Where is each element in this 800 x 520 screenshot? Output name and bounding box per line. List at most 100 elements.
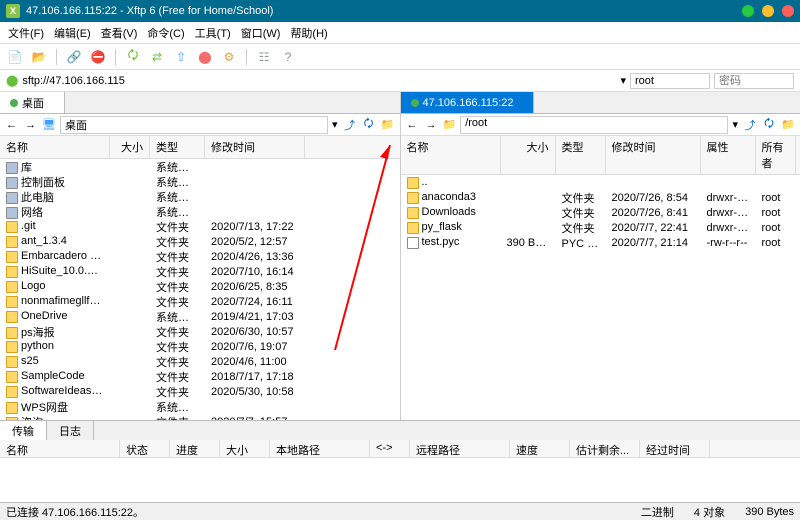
refresh-small-icon[interactable]: 🗘 (361, 117, 377, 133)
local-filelist[interactable]: 名称 大小 类型 修改时间 库系统文件夹控制面板系统文件夹此电脑系统文件夹网络系… (0, 136, 400, 420)
file-row[interactable]: HiSuite_10.0.0.510文件夹2020/7/10, 16:14 (0, 264, 400, 279)
refresh-small-icon[interactable]: 🗘 (761, 117, 777, 133)
file-row[interactable]: .. (401, 175, 800, 190)
th-name[interactable]: 名称 (0, 440, 120, 457)
col-owner[interactable]: 所有者 (756, 136, 796, 174)
menu-window[interactable]: 窗口(W) (241, 25, 281, 41)
file-row[interactable]: 咨询文件夹2020/7/7, 15:57 (0, 414, 400, 420)
sync-icon[interactable]: ⇄ (148, 48, 166, 66)
back-icon[interactable]: ← (4, 119, 19, 131)
col-name[interactable]: 名称 (0, 136, 110, 158)
remote-tab[interactable]: 47.106.166.115:22 (401, 92, 535, 113)
file-row[interactable]: anaconda3文件夹2020/7/26, 8:54drwxr-xr-xroo… (401, 190, 800, 205)
col-type[interactable]: 类型 (556, 136, 606, 174)
file-row[interactable]: py_flask文件夹2020/7/7, 22:41drwxr-xr-xroot (401, 220, 800, 235)
help-icon[interactable]: ? (279, 48, 297, 66)
col-date[interactable]: 修改时间 (205, 136, 305, 158)
col-size[interactable]: 大小 (110, 136, 150, 158)
th-elapsed[interactable]: 经过时间 (640, 440, 710, 457)
dropdown-icon[interactable]: ▾ (620, 74, 626, 87)
tab-transfer[interactable]: 传输 (0, 421, 47, 440)
newfolder-icon[interactable]: 📁 (780, 117, 796, 133)
th-speed[interactable]: 速度 (510, 440, 570, 457)
window-title: 47.106.166.115:22 - Xftp 6 (Free for Hom… (26, 5, 742, 17)
col-type[interactable]: 类型 (150, 136, 205, 158)
toolbar: 📄 📂 🔗 ⛔ 🗘 ⇄ ⇧ ⬤ ⚙ ☷ ? (0, 44, 800, 70)
open-icon[interactable]: 📂 (30, 48, 48, 66)
th-status[interactable]: 状态 (120, 440, 170, 457)
menu-tools[interactable]: 工具(T) (195, 25, 231, 41)
window-controls (742, 5, 794, 17)
file-row[interactable]: Embarcadero ERSt...文件夹2020/4/26, 13:36 (0, 249, 400, 264)
minimize-button[interactable] (742, 5, 754, 17)
url-field[interactable]: sftp://47.106.166.115 (22, 75, 616, 87)
file-row[interactable]: SampleCode文件夹2018/7/17, 17:18 (0, 369, 400, 384)
file-row[interactable]: test.pyc390 BytesPYC 文件2020/7/7, 21:14-r… (401, 235, 800, 250)
menu-view[interactable]: 查看(V) (101, 25, 138, 41)
th-remotepath[interactable]: 远程路径 (410, 440, 510, 457)
maximize-button[interactable] (762, 5, 774, 17)
col-attr[interactable]: 属性 (701, 136, 756, 174)
menu-edit[interactable]: 编辑(E) (54, 25, 91, 41)
file-row[interactable]: Logo文件夹2020/6/25, 8:35 (0, 279, 400, 294)
drive-icon (6, 207, 18, 219)
forward-icon[interactable]: → (424, 119, 439, 131)
path-dropdown-icon[interactable]: ▾ (332, 118, 338, 131)
newfolder-icon[interactable]: 📁 (380, 117, 396, 133)
properties-icon[interactable]: ☷ (255, 48, 273, 66)
disconnect-icon[interactable]: ⛔ (89, 48, 107, 66)
file-row[interactable]: WPS网盘系统文件夹 (0, 399, 400, 414)
col-name[interactable]: 名称 (401, 136, 501, 174)
menu-help[interactable]: 帮助(H) (290, 25, 327, 41)
tab-log[interactable]: 日志 (47, 421, 94, 440)
folder-icon (407, 222, 419, 234)
up-icon[interactable]: ⤴ (742, 117, 758, 133)
col-date[interactable]: 修改时间 (606, 136, 701, 174)
upload-icon[interactable]: ⇧ (172, 48, 190, 66)
drive-icon (6, 177, 18, 189)
th-size[interactable]: 大小 (220, 440, 270, 457)
menu-command[interactable]: 命令(C) (147, 25, 184, 41)
username-input[interactable] (630, 73, 710, 89)
col-size[interactable]: 大小 (501, 136, 556, 174)
password-input[interactable] (714, 73, 794, 89)
file-row[interactable]: python文件夹2020/7/6, 19:07 (0, 339, 400, 354)
reconnect-icon[interactable]: 🔗 (65, 48, 83, 66)
remote-filelist[interactable]: 名称 大小 类型 修改时间 属性 所有者 ..anaconda3文件夹2020/… (401, 136, 800, 420)
remote-path-input[interactable]: /root (460, 116, 728, 134)
connect-icon[interactable]: ⬤ (6, 74, 18, 87)
file-row[interactable]: nonmafimegllfoonj...文件夹2020/7/24, 16:11 (0, 294, 400, 309)
back-icon[interactable]: ← (405, 119, 420, 131)
th-progress[interactable]: 进度 (170, 440, 220, 457)
file-row[interactable]: .git文件夹2020/7/13, 17:22 (0, 219, 400, 234)
file-row[interactable]: 此电脑系统文件夹 (0, 189, 400, 204)
folder-icon (407, 192, 419, 204)
folder-icon (6, 281, 18, 293)
th-localpath[interactable]: 本地路径 (270, 440, 370, 457)
up-icon[interactable]: ⤴ (342, 117, 358, 133)
menu-file[interactable]: 文件(F) (8, 25, 44, 41)
settings-icon[interactable]: ⚙ (220, 48, 238, 66)
folder-icon (6, 341, 18, 353)
close-button[interactable] (782, 5, 794, 17)
local-tab[interactable]: 桌面 (0, 92, 65, 113)
new-session-icon[interactable]: 📄 (6, 48, 24, 66)
file-row[interactable]: SoftwareIdeasMod...文件夹2020/5/30, 10:58 (0, 384, 400, 399)
stop-icon[interactable]: ⬤ (196, 48, 214, 66)
folder-icon (6, 236, 18, 248)
file-row[interactable]: 控制面板系统文件夹 (0, 174, 400, 189)
file-row[interactable]: OneDrive系统文件夹2019/4/21, 17:03 (0, 309, 400, 324)
file-row[interactable]: ps海报文件夹2020/6/30, 10:57 (0, 324, 400, 339)
th-remaining[interactable]: 估计剩余... (570, 440, 640, 457)
file-row[interactable]: s25文件夹2020/4/6, 11:00 (0, 354, 400, 369)
refresh-icon[interactable]: 🗘 (124, 48, 142, 66)
forward-icon[interactable]: → (23, 119, 38, 131)
file-row[interactable]: 库系统文件夹 (0, 159, 400, 174)
th-direction[interactable]: <-> (370, 440, 410, 457)
transfer-list[interactable] (0, 458, 800, 498)
file-row[interactable]: Downloads文件夹2020/7/26, 8:41drwxr-xr-xroo… (401, 205, 800, 220)
file-row[interactable]: 网络系统文件夹 (0, 204, 400, 219)
file-row[interactable]: ant_1.3.4文件夹2020/5/2, 12:57 (0, 234, 400, 249)
path-dropdown-icon[interactable]: ▾ (732, 118, 738, 131)
local-path-input[interactable]: 桌面 (60, 116, 328, 134)
